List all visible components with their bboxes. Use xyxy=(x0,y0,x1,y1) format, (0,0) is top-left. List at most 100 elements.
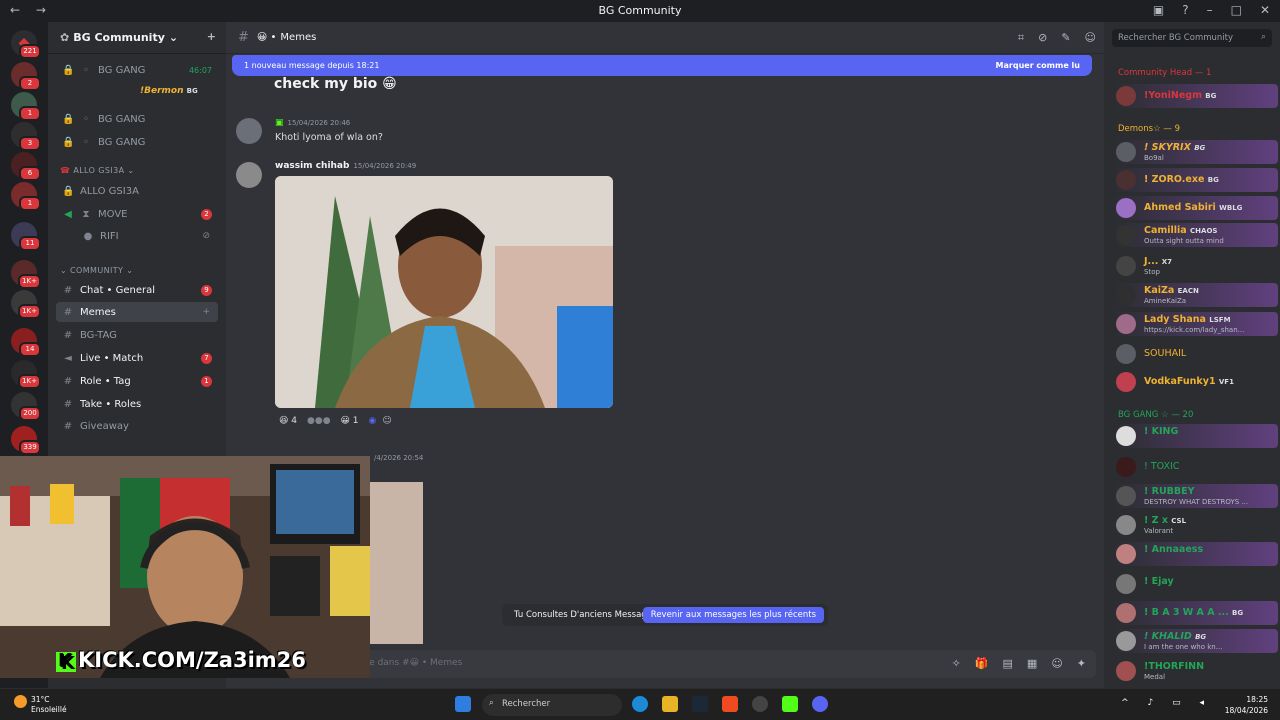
message-author[interactable]: ▣ 15/04/2026 20:46 xyxy=(275,118,350,128)
voice-channel[interactable]: 🔒 ◦ BG GANG xyxy=(56,132,218,152)
channel-memes[interactable]: # Memes + xyxy=(56,302,218,322)
add-reaction-icon[interactable]: ☺ xyxy=(382,416,391,426)
help-icon[interactable]: ? xyxy=(1182,3,1188,17)
channel-take-roles[interactable]: # Take • Roles xyxy=(56,394,218,414)
server-icon[interactable]: 1K+ xyxy=(11,290,41,319)
member-item[interactable]: SOUHAIL xyxy=(1112,342,1278,366)
member-item[interactable]: ! KING xyxy=(1112,424,1278,448)
partial-image[interactable] xyxy=(370,482,423,644)
server-icon[interactable]: 1 xyxy=(11,92,41,121)
member-item[interactable]: Ahmed Sabiri WBLG xyxy=(1112,196,1278,220)
avatar xyxy=(1116,661,1136,681)
member-item[interactable]: ! ZORO.exe BG xyxy=(1112,168,1278,192)
voice-channel[interactable]: 🔒 ◦ BG GANG xyxy=(56,109,218,129)
emoji-icon[interactable]: ☺ xyxy=(1051,657,1062,670)
member-item[interactable]: ! SKYRIX BG Bo9al xyxy=(1112,140,1278,164)
avatar xyxy=(1116,631,1136,651)
category-allo[interactable]: ☎ ALLO GSI3A ⌄ xyxy=(60,166,135,175)
voice-channel[interactable]: ◀ ⧗ MOVE 2 xyxy=(56,204,218,224)
webcam-scene xyxy=(0,456,370,678)
threads-icon[interactable]: ⌗ xyxy=(1018,31,1024,45)
member-item[interactable]: ! TOXIC xyxy=(1112,455,1278,479)
member-item[interactable]: ! KHALID BG I am the one who kn... xyxy=(1112,629,1278,653)
voice-channel[interactable]: 🔒 ALLO GSI3A xyxy=(56,181,218,201)
guild-header[interactable]: ✿ BG Community ⌄ + xyxy=(48,22,226,54)
channel-live-match[interactable]: ◄ Live • Match 7 xyxy=(56,348,218,368)
window-title-text: BG Community xyxy=(598,4,682,17)
member-item[interactable]: ! B A 3 W A A ... BG xyxy=(1112,601,1278,625)
explorer-icon[interactable] xyxy=(662,696,678,712)
members-icon[interactable]: ☺ xyxy=(1085,31,1096,45)
category-community[interactable]: ⌄ COMMUNITY ⌄ xyxy=(60,266,133,275)
server-icon[interactable]: 11 xyxy=(11,222,41,251)
maximize-icon[interactable]: □ xyxy=(1231,3,1242,17)
attached-image[interactable] xyxy=(275,176,613,408)
reaction-smile[interactable]: 😀 1 xyxy=(337,415,363,427)
member-item[interactable]: VodkaFunky1 VF1 xyxy=(1112,370,1278,394)
server-icon[interactable]: 200 xyxy=(11,392,41,421)
server-icon[interactable]: 2 xyxy=(11,62,41,91)
member-item[interactable]: Camillia CHAOS Outta sight outta mind xyxy=(1112,223,1278,247)
search-input[interactable]: Rechercher BG Community ⌕ xyxy=(1112,29,1272,47)
channel-giveaway[interactable]: # Giveaway xyxy=(56,416,218,436)
minimize-icon[interactable]: – xyxy=(1207,3,1213,17)
gift-icon[interactable]: 🎁 xyxy=(975,657,989,670)
taskbar-search[interactable]: ⌕ Rechercher xyxy=(482,694,622,716)
add-member-icon[interactable]: + xyxy=(207,30,216,43)
taskbar-clock[interactable]: 18:25 18/04/2026 xyxy=(1225,694,1268,716)
brave-icon[interactable] xyxy=(722,696,738,712)
jump-recent-button[interactable]: Revenir aux messages les plus récents xyxy=(642,607,824,623)
channel-role-tag[interactable]: # Role • Tag 1 xyxy=(56,371,218,391)
member-item[interactable]: !YoniNegm BG xyxy=(1112,84,1278,108)
close-icon[interactable]: ✕ xyxy=(1260,3,1270,17)
hash-icon: # xyxy=(238,30,249,45)
discord-icon[interactable] xyxy=(812,696,828,712)
message-author[interactable]: wassim chihab 15/04/2026 20:49 xyxy=(275,161,416,171)
discord-reaction-icon[interactable]: ◉ xyxy=(369,416,377,426)
notifications-icon[interactable]: ⊘ xyxy=(1038,31,1047,45)
weather-widget[interactable]: 31°C Ensoleillé xyxy=(14,695,67,715)
server-icon[interactable]: 6 xyxy=(11,152,41,181)
server-icon[interactable]: 1 xyxy=(11,182,41,211)
new-messages-bar[interactable]: 1 nouveau message depuis 18:21 Marquer c… xyxy=(232,55,1092,76)
member-item[interactable]: ! RUBBEY DESTROY WHAT DESTROYS ... xyxy=(1112,484,1278,508)
home-server-icon[interactable]: ◆ 221 xyxy=(11,30,41,59)
member-item[interactable]: J... X7 Stop xyxy=(1112,254,1278,278)
avatar[interactable] xyxy=(236,118,262,144)
apps-icon[interactable]: ✦ xyxy=(1077,657,1086,670)
window-controls[interactable]: ▣ ? – □ ✕ xyxy=(1153,3,1270,17)
server-icon[interactable]: 339 xyxy=(11,426,41,455)
server-icon[interactable]: 3 xyxy=(11,122,41,151)
member-item[interactable]: ! Z x CSL Valorant xyxy=(1112,513,1278,537)
server-icon[interactable]: 1K+ xyxy=(11,260,41,289)
member-item[interactable]: KaiZa EACN AmineKaiZa xyxy=(1112,283,1278,307)
voice-channel[interactable]: 🔒 ◦ BG GANG 46:07 xyxy=(56,60,218,80)
member-name: VodkaFunky1 VF1 xyxy=(1144,376,1234,387)
steam-icon[interactable] xyxy=(692,696,708,712)
server-icon[interactable]: 14 xyxy=(11,328,41,357)
channel-bg-tag[interactable]: # BG-TAG xyxy=(56,325,218,345)
voice-user[interactable]: ● RIFI ⊘ xyxy=(56,226,218,246)
pin-icon[interactable]: ✎ xyxy=(1061,31,1070,45)
member-item[interactable]: ! Annaaess xyxy=(1112,542,1278,566)
chatgpt-icon[interactable] xyxy=(752,696,768,712)
reaction-laugh[interactable]: 😆 4 xyxy=(275,415,301,427)
inbox-icon[interactable]: ▣ xyxy=(1153,3,1164,17)
server-icon[interactable]: 1K+ xyxy=(11,360,41,389)
voice-user[interactable]: !Bermon BG xyxy=(140,86,198,96)
server-badge: 221 xyxy=(19,44,41,59)
member-item[interactable]: ! Ejay xyxy=(1112,572,1278,596)
gif-icon[interactable]: ▤ xyxy=(1003,657,1013,670)
member-item[interactable]: !THORFINN Medal xyxy=(1112,659,1278,683)
kick-app-icon[interactable] xyxy=(782,696,798,712)
start-icon[interactable] xyxy=(455,696,471,712)
nitro-icon[interactable]: ✧ xyxy=(952,657,961,670)
mark-read-button[interactable]: Marquer comme lu xyxy=(996,61,1080,70)
member-item[interactable]: Lady Shana LSFM https://kick.com/lady_sha… xyxy=(1112,312,1278,336)
add-member-icon[interactable]: + xyxy=(202,307,210,317)
edge-icon[interactable] xyxy=(632,696,648,712)
sticker-icon[interactable]: ▦ xyxy=(1027,657,1037,670)
avatar[interactable] xyxy=(236,162,262,188)
channel-chat-general[interactable]: # Chat • General 9 xyxy=(56,280,218,300)
system-tray[interactable]: ^ ♪ ▭ ◂ xyxy=(1121,698,1212,708)
